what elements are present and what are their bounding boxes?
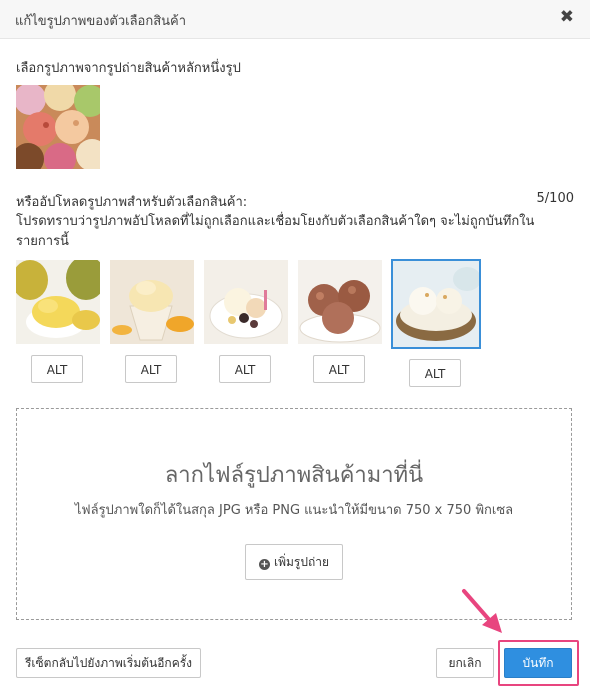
cancel-button[interactable]: ยกเลิก [436, 648, 494, 678]
plus-circle-icon: + [258, 558, 270, 570]
alt-button[interactable]: ALT [409, 359, 461, 387]
dialog-title: แก้ไขรูปภาพของตัวเลือกสินค้า [15, 14, 187, 29]
alt-button[interactable]: ALT [125, 355, 177, 383]
main-image-label: เลือกรูปภาพจากรูปถ่ายสินค้าหลักหนึ่งรูป [16, 61, 241, 76]
add-photo-button[interactable]: + เพิ่มรูปถ่าย [245, 544, 343, 580]
upload-note: โปรดทราบว่ารูปภาพอัปโหลดที่ไม่ถูกเลือกแล… [16, 214, 535, 249]
upload-count: 5/100 [536, 191, 574, 206]
save-button[interactable]: บันทึก [504, 648, 572, 678]
edit-variant-image-dialog: แก้ไขรูปภาพของตัวเลือกสินค้า ✖ เลือกรูปภ… [0, 0, 590, 691]
variant-image-selected[interactable] [391, 259, 481, 349]
variant-image[interactable] [204, 260, 288, 344]
upload-label: หรืออัปโหลดรูปภาพสำหรับตัวเลือกสินค้า: [16, 195, 248, 210]
reset-images-button[interactable]: รีเซ็ตกลับไปยังภาพเริ่มต้นอีกครั้ง [16, 648, 201, 678]
alt-button[interactable]: ALT [313, 355, 365, 383]
alt-button[interactable]: ALT [219, 355, 271, 383]
dialog-header: แก้ไขรูปภาพของตัวเลือกสินค้า ✖ [0, 0, 590, 39]
add-photo-label: เพิ่มรูปถ่าย [273, 554, 330, 569]
annotation-arrow-icon [462, 589, 502, 633]
dropzone-title: ลากไฟล์รูปภาพสินค้ามาที่นี่ [164, 463, 424, 488]
main-product-image[interactable] [16, 85, 100, 169]
dropzone-hint: ไฟล์รูปภาพใดก็ได้ในสกุล JPG หรือ PNG แนะ… [74, 503, 514, 518]
variant-image[interactable] [16, 260, 100, 344]
variant-image[interactable] [110, 260, 194, 344]
variant-image[interactable] [298, 260, 382, 344]
alt-button[interactable]: ALT [31, 355, 83, 383]
close-icon[interactable]: ✖ [560, 7, 574, 27]
